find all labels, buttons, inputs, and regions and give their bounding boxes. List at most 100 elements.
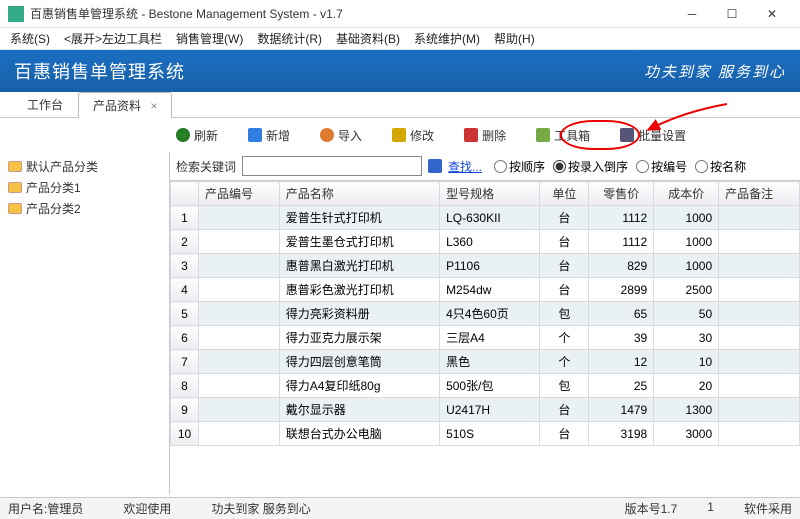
import-button[interactable]: 导入: [314, 124, 368, 147]
tree-item-cat1[interactable]: 产品分类1: [4, 177, 165, 198]
cell-rownum: 1: [171, 206, 199, 230]
table-row[interactable]: 3惠普黑白激光打印机P1106台8291000: [171, 254, 800, 278]
tree-item-default[interactable]: 默认产品分类: [4, 156, 165, 177]
menu-basedata[interactable]: 基础资料(B): [330, 28, 406, 49]
cell-code: [199, 230, 280, 254]
cell-name: 惠普彩色激光打印机: [279, 278, 439, 302]
cell-cost: 50: [654, 302, 719, 326]
tab-workbench[interactable]: 工作台: [12, 91, 78, 117]
table-row[interactable]: 4惠普彩色激光打印机M254dw台28992500: [171, 278, 800, 302]
cell-rownum: 3: [171, 254, 199, 278]
radio-asc[interactable]: 按顺序: [494, 158, 545, 175]
cell-code: [199, 398, 280, 422]
menu-help[interactable]: 帮助(H): [488, 28, 541, 49]
import-icon: [320, 128, 334, 142]
menu-maintain[interactable]: 系统维护(M): [408, 28, 486, 49]
radio-by-code[interactable]: 按编号: [636, 158, 687, 175]
tools-button[interactable]: 工具箱: [530, 124, 596, 147]
cell-code: [199, 206, 280, 230]
radio-by-name[interactable]: 按名称: [695, 158, 746, 175]
cell-spec: 510S: [440, 422, 540, 446]
search-input[interactable]: [242, 156, 422, 176]
status-user: 用户名:管理员: [8, 500, 83, 517]
table-row[interactable]: 5得力亮彩资料册4只4色60页包6550: [171, 302, 800, 326]
batch-button[interactable]: 批量设置: [614, 124, 692, 147]
col-name[interactable]: 产品名称: [279, 182, 439, 206]
cell-unit: 台: [540, 230, 589, 254]
cell-spec: M254dw: [440, 278, 540, 302]
tab-product-data[interactable]: 产品资料 ×: [78, 92, 172, 118]
close-button[interactable]: ✕: [752, 2, 792, 26]
menu-bar: 系统(S) <展开>左边工具栏 销售管理(W) 数据统计(R) 基础资料(B) …: [0, 28, 800, 50]
table-row[interactable]: 10联想台式办公电脑510S台31983000: [171, 422, 800, 446]
cell-spec: 500张/包: [440, 374, 540, 398]
delete-icon: [464, 128, 478, 142]
cell-code: [199, 302, 280, 326]
cell-name: 得力A4复印纸80g: [279, 374, 439, 398]
table-row[interactable]: 9戴尔显示器U2417H台14791300: [171, 398, 800, 422]
col-code[interactable]: 产品编号: [199, 182, 280, 206]
cell-cost: 1000: [654, 230, 719, 254]
menu-stats[interactable]: 数据统计(R): [251, 28, 328, 49]
cell-remark: [719, 374, 800, 398]
plus-icon: [248, 128, 262, 142]
cell-price: 3198: [589, 422, 654, 446]
cell-spec: P1106: [440, 254, 540, 278]
col-unit[interactable]: 单位: [540, 182, 589, 206]
status-version: 版本号1.7: [625, 500, 678, 517]
cell-price: 12: [589, 350, 654, 374]
tab-bar: 工作台 产品资料 ×: [0, 92, 800, 118]
table-row[interactable]: 7得力四层创意笔筒黑色个1210: [171, 350, 800, 374]
cell-code: [199, 374, 280, 398]
col-remark[interactable]: 产品备注: [719, 182, 800, 206]
cell-cost: 1000: [654, 206, 719, 230]
col-rownum[interactable]: [171, 182, 199, 206]
cell-rownum: 6: [171, 326, 199, 350]
table-row[interactable]: 1爱普生针式打印机LQ-630KII台11121000: [171, 206, 800, 230]
radio-entry-desc[interactable]: 按录入倒序: [553, 158, 628, 175]
cell-unit: 台: [540, 422, 589, 446]
find-link[interactable]: 查找...: [448, 158, 482, 175]
tab-label: 产品资料: [93, 99, 141, 113]
cell-unit: 包: [540, 302, 589, 326]
tree-item-cat2[interactable]: 产品分类2: [4, 198, 165, 219]
maximize-button[interactable]: ☐: [712, 2, 752, 26]
status-count: 1: [707, 500, 714, 517]
col-spec[interactable]: 型号规格: [440, 182, 540, 206]
add-button[interactable]: 新增: [242, 124, 296, 147]
edit-button[interactable]: 修改: [386, 124, 440, 147]
status-count-label: 软件采用: [744, 500, 792, 517]
cell-remark: [719, 398, 800, 422]
col-cost[interactable]: 成本价: [654, 182, 719, 206]
cell-name: 惠普黑白激光打印机: [279, 254, 439, 278]
delete-button[interactable]: 删除: [458, 124, 512, 147]
tab-close-icon[interactable]: ×: [150, 99, 157, 113]
cell-remark: [719, 326, 800, 350]
search-icon: [428, 159, 442, 173]
cell-cost: 20: [654, 374, 719, 398]
cell-name: 得力亚克力展示架: [279, 326, 439, 350]
cell-rownum: 9: [171, 398, 199, 422]
cell-remark: [719, 350, 800, 374]
cell-unit: 台: [540, 278, 589, 302]
product-table-wrap[interactable]: 产品编号 产品名称 型号规格 单位 零售价 成本价 产品备注 1 爱普生针式打印机…: [170, 180, 800, 494]
menu-system[interactable]: 系统(S): [4, 28, 56, 49]
table-header-row: 产品编号 产品名称 型号规格 单位 零售价 成本价 产品备注: [171, 182, 800, 206]
toolbar: 刷新 新增 导入 修改 删除 工具箱 批量设置: [0, 118, 800, 152]
refresh-button[interactable]: 刷新: [170, 124, 224, 147]
col-price[interactable]: 零售价: [589, 182, 654, 206]
menu-sales[interactable]: 销售管理(W): [170, 28, 249, 49]
toolbox-icon: [536, 128, 550, 142]
table-row[interactable]: 2爱普生墨仓式打印机L360台11121000: [171, 230, 800, 254]
menu-expand-left[interactable]: <展开>左边工具栏: [58, 28, 168, 49]
search-label: 检索关键词: [176, 158, 236, 175]
app-banner: 百惠销售单管理系统 功夫到家 服务到心: [0, 50, 800, 92]
table-row[interactable]: 6得力亚克力展示架三层A4个3930: [171, 326, 800, 350]
cell-name: 爱普生针式打印机: [279, 206, 439, 230]
tab-label: 工作台: [27, 98, 63, 112]
product-table: 产品编号 产品名称 型号规格 单位 零售价 成本价 产品备注 1 爱普生针式打印机…: [170, 181, 800, 446]
folder-icon: [8, 161, 22, 172]
minimize-button[interactable]: ─: [672, 2, 712, 26]
cell-rownum: 2: [171, 230, 199, 254]
table-row[interactable]: 8得力A4复印纸80g500张/包包2520: [171, 374, 800, 398]
